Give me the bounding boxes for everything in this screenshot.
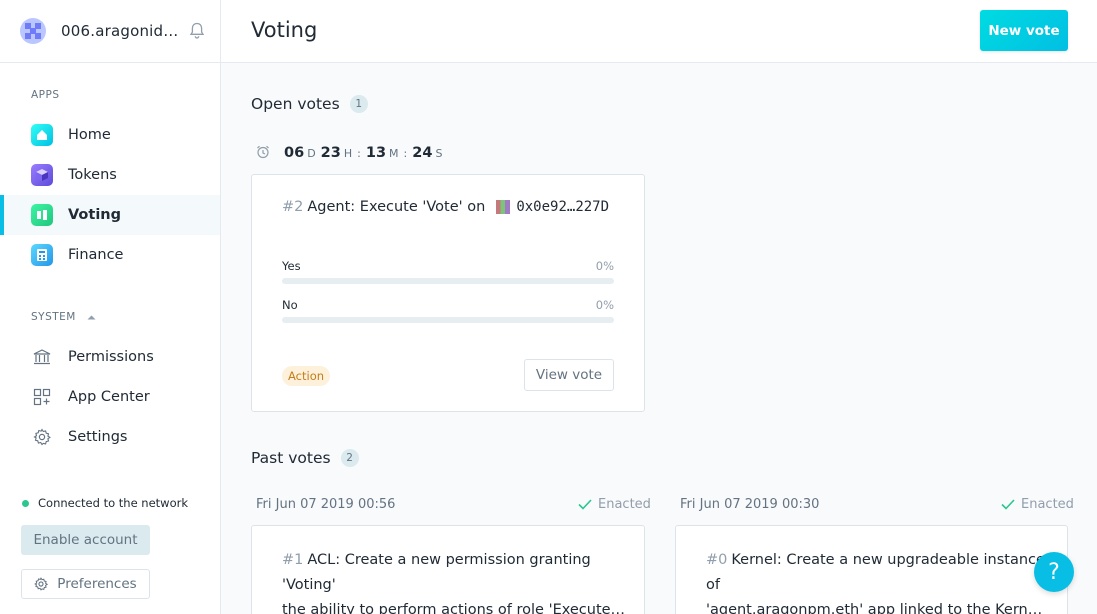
check-icon bbox=[578, 499, 592, 510]
vote-description: ACL: Create a new permission granting 'V… bbox=[282, 552, 591, 593]
vote-number: #2 bbox=[282, 199, 304, 215]
sidebar-item-label: Voting bbox=[68, 206, 121, 223]
sidebar-item-settings[interactable]: Settings bbox=[0, 417, 220, 457]
past-vote-text: #1 ACL: Create a new permission granting … bbox=[282, 548, 627, 614]
past-votes-count: 2 bbox=[340, 449, 359, 467]
alarm-clock-icon bbox=[257, 145, 269, 159]
check-icon bbox=[1001, 499, 1015, 510]
vote-description: Agent: Execute 'Vote' on bbox=[307, 199, 486, 215]
sidebar-item-home[interactable]: Home bbox=[0, 115, 220, 155]
home-icon bbox=[31, 124, 53, 146]
action-badge: Action bbox=[282, 366, 331, 386]
network-status: Connected to the network bbox=[22, 496, 188, 510]
timer-seconds: 24 bbox=[412, 145, 433, 161]
settings-icon bbox=[34, 577, 49, 591]
past-vote-card[interactable]: #0 Kernel: Create a new upgradeable insta… bbox=[675, 525, 1068, 614]
countdown-timer: 06 D 23 H: 13 M: 24 S bbox=[256, 143, 447, 161]
apps-section-label: APPS bbox=[31, 89, 60, 101]
network-status-text: Connected to the network bbox=[38, 496, 189, 510]
past-vote-date: Fri Jun 07 2019 00:30 bbox=[680, 497, 820, 512]
chevron-up-icon bbox=[87, 315, 96, 320]
timer-separator: : bbox=[357, 147, 361, 160]
vote-description: Kernel: Create a new upgradeable instanc… bbox=[706, 552, 1045, 593]
vote-description-continued: 'agent.aragonpm.eth' app linked to the K… bbox=[706, 602, 1051, 614]
page-title: Voting bbox=[251, 18, 318, 42]
voting-icon bbox=[31, 204, 53, 226]
past-votes-title: Past votes bbox=[251, 449, 331, 467]
view-vote-button[interactable]: View vote bbox=[524, 359, 614, 391]
past-vote-text: #0 Kernel: Create a new upgradeable insta… bbox=[706, 548, 1051, 614]
org-name: 006.aragonid.eth bbox=[61, 22, 181, 40]
timer-separator: : bbox=[403, 147, 408, 160]
sidebar-item-finance[interactable]: Finance bbox=[0, 235, 220, 275]
sidebar-item-label: Permissions bbox=[68, 348, 154, 365]
settings-icon bbox=[31, 426, 53, 448]
timer-hours: 23 bbox=[320, 145, 341, 161]
preferences-label: Preferences bbox=[57, 576, 137, 592]
address-badge[interactable]: 0x0e92…227D bbox=[516, 199, 609, 215]
yes-label: Yes bbox=[282, 259, 301, 273]
system-section-toggle[interactable]: SYSTEM bbox=[31, 311, 96, 323]
enacted-label: Enacted bbox=[1021, 497, 1074, 512]
enacted-status: Enacted bbox=[1001, 497, 1074, 512]
sidebar-item-app-center[interactable]: App Center bbox=[0, 377, 220, 417]
system-section-label: SYSTEM bbox=[31, 311, 76, 323]
finance-icon bbox=[31, 244, 53, 266]
status-dot bbox=[22, 499, 29, 507]
sidebar-item-label: Tokens bbox=[68, 166, 117, 183]
new-vote-button[interactable]: New vote bbox=[980, 10, 1068, 51]
sidebar-item-label: App Center bbox=[68, 388, 150, 405]
enable-account-button[interactable]: Enable account bbox=[21, 525, 150, 555]
sidebar-item-voting[interactable]: Voting bbox=[0, 195, 220, 235]
yes-progress-bar bbox=[282, 278, 614, 284]
no-percentage: 0% bbox=[595, 298, 614, 312]
open-votes-count: 1 bbox=[349, 95, 368, 113]
top-bar: Voting New vote bbox=[221, 0, 1097, 63]
timer-days: 06 bbox=[284, 145, 305, 161]
tokens-icon bbox=[31, 164, 53, 186]
past-vote-card[interactable]: #1 ACL: Create a new permission granting … bbox=[251, 525, 645, 614]
vote-number: #1 bbox=[282, 552, 304, 568]
help-button[interactable]: ? bbox=[1034, 552, 1074, 592]
timer-days-unit: D bbox=[307, 147, 316, 160]
permissions-icon bbox=[31, 346, 53, 368]
vote-description-continued: the ability to perform actions of role '… bbox=[282, 602, 626, 614]
open-vote-card[interactable]: #2 Agent: Execute 'Vote' on 0x0e92…227D … bbox=[251, 174, 645, 412]
org-avatar bbox=[20, 18, 46, 44]
sidebar: 006.aragonid.eth APPS Home Tokens Voting… bbox=[0, 0, 221, 614]
enacted-label: Enacted bbox=[598, 497, 651, 512]
no-progress-bar bbox=[282, 317, 614, 323]
sidebar-item-permissions[interactable]: Permissions bbox=[0, 337, 220, 377]
timer-seconds-unit: S bbox=[435, 147, 443, 160]
timer-minutes: 13 bbox=[365, 145, 387, 161]
sidebar-item-tokens[interactable]: Tokens bbox=[0, 155, 220, 195]
timer-hours-unit: H bbox=[343, 147, 353, 160]
past-votes-heading: Past votes 2 bbox=[251, 449, 359, 467]
org-header[interactable]: 006.aragonid.eth bbox=[0, 0, 220, 63]
no-label: No bbox=[282, 298, 298, 312]
sidebar-item-label: Finance bbox=[68, 246, 124, 263]
timer-minutes-unit: M bbox=[389, 147, 399, 160]
app-center-icon bbox=[31, 386, 53, 408]
address-identicon bbox=[496, 200, 511, 214]
enacted-status: Enacted bbox=[578, 497, 651, 512]
open-votes-title: Open votes bbox=[251, 95, 340, 113]
bell-icon[interactable] bbox=[189, 22, 205, 40]
preferences-button[interactable]: Preferences bbox=[21, 569, 150, 599]
vote-title: #2 Agent: Execute 'Vote' on 0x0e92…227D bbox=[282, 199, 609, 215]
vote-number: #0 bbox=[706, 552, 728, 568]
past-vote-date: Fri Jun 07 2019 00:56 bbox=[256, 497, 396, 512]
sidebar-item-label: Settings bbox=[68, 428, 128, 445]
sidebar-item-label: Home bbox=[68, 126, 111, 143]
yes-percentage: 0% bbox=[595, 259, 614, 273]
open-votes-heading: Open votes 1 bbox=[251, 95, 368, 113]
